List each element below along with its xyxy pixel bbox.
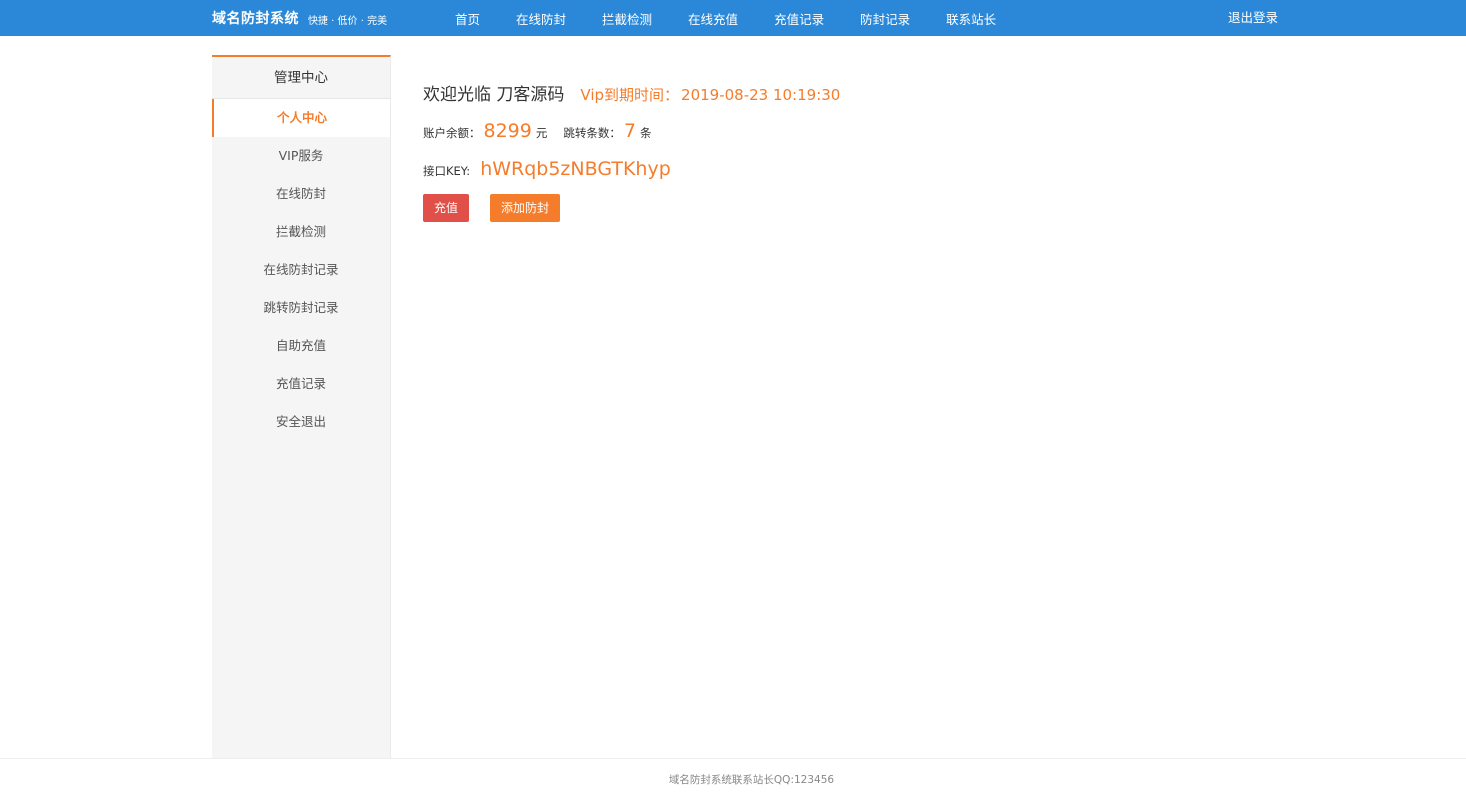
balance-unit: 元 [535, 126, 548, 140]
sidebar-title: 管理中心 [212, 57, 390, 99]
nav-online-recharge[interactable]: 在线充值 [670, 9, 756, 28]
nav-contact-admin[interactable]: 联系站长 [928, 9, 1014, 28]
stats-row: 账户余额： 8299 元 跳转条数： 7 条 [423, 120, 1323, 144]
sidebar-item-intercept-check[interactable]: 拦截检测 [212, 213, 390, 251]
jumps-unit: 条 [639, 126, 652, 140]
sidebar-item-jump-protect-records[interactable]: 跳转防封记录 [212, 289, 390, 327]
nav-home[interactable]: 首页 [437, 9, 498, 28]
nav-intercept-check[interactable]: 拦截检测 [584, 9, 670, 28]
nav-recharge-records[interactable]: 充值记录 [756, 9, 842, 28]
recharge-button[interactable]: 充值 [423, 194, 470, 222]
brand-slogan: 快捷 · 低价 · 完美 [308, 15, 388, 27]
main-content: 欢迎光临 刀客源码 Vip到期时间： 2019-08-23 10:19:30 账… [423, 80, 1323, 222]
sidebar-item-recharge-records[interactable]: 充值记录 [212, 365, 390, 403]
sidebar-item-vip-service[interactable]: VIP服务 [212, 137, 390, 175]
vip-expiry-label: Vip到期时间： [580, 86, 680, 104]
welcome-row: 欢迎光临 刀客源码 Vip到期时间： 2019-08-23 10:19:30 [423, 80, 1323, 108]
sidebar: 管理中心 个人中心 VIP服务 在线防封 拦截检测 在线防封记录 跳转防封记录 … [212, 55, 391, 758]
sidebar-item-self-recharge[interactable]: 自助充值 [212, 327, 390, 365]
jumps-label: 跳转条数： [563, 126, 621, 140]
main-nav: 首页 在线防封 拦截检测 在线充值 充值记录 防封记录 联系站长 [437, 0, 1014, 36]
sidebar-item-online-protect-records[interactable]: 在线防封记录 [212, 251, 390, 289]
footer: 域名防封系统联系站长QQ:123456 [0, 772, 1466, 787]
balance-label: 账户余额： [423, 126, 481, 140]
nav-protect-records[interactable]: 防封记录 [842, 9, 928, 28]
jumps-value: 7 [623, 120, 636, 142]
footer-text: 域名防封系统联系站长QQ:123456 [668, 774, 835, 786]
welcome-text: 欢迎光临 刀客源码 [423, 85, 565, 105]
action-buttons: 充值 添加防封 [423, 194, 1323, 222]
nav-online-protect[interactable]: 在线防封 [498, 9, 584, 28]
sidebar-item-personal-center[interactable]: 个人中心 [212, 99, 390, 137]
brand[interactable]: 域名防封系统 快捷 · 低价 · 完美 [212, 0, 387, 36]
top-navbar: 域名防封系统 快捷 · 低价 · 完美 首页 在线防封 拦截检测 在线充值 充值… [0, 0, 1466, 36]
sidebar-item-online-protect[interactable]: 在线防封 [212, 175, 390, 213]
api-key-row: 接口KEY: hWRqb5zNBGTKhyp [423, 158, 1323, 184]
sidebar-item-safe-logout[interactable]: 安全退出 [212, 403, 390, 441]
api-key-label: 接口KEY: [423, 164, 471, 178]
vip-expiry-value: 2019-08-23 10:19:30 [681, 86, 841, 104]
footer-divider [0, 758, 1466, 759]
balance-value: 8299 [483, 120, 532, 142]
api-key-value: hWRqb5zNBGTKhyp [480, 158, 671, 180]
brand-name: 域名防封系统 [212, 11, 299, 27]
logout-link[interactable]: 退出登录 [1228, 0, 1278, 36]
add-protect-button[interactable]: 添加防封 [490, 194, 561, 222]
